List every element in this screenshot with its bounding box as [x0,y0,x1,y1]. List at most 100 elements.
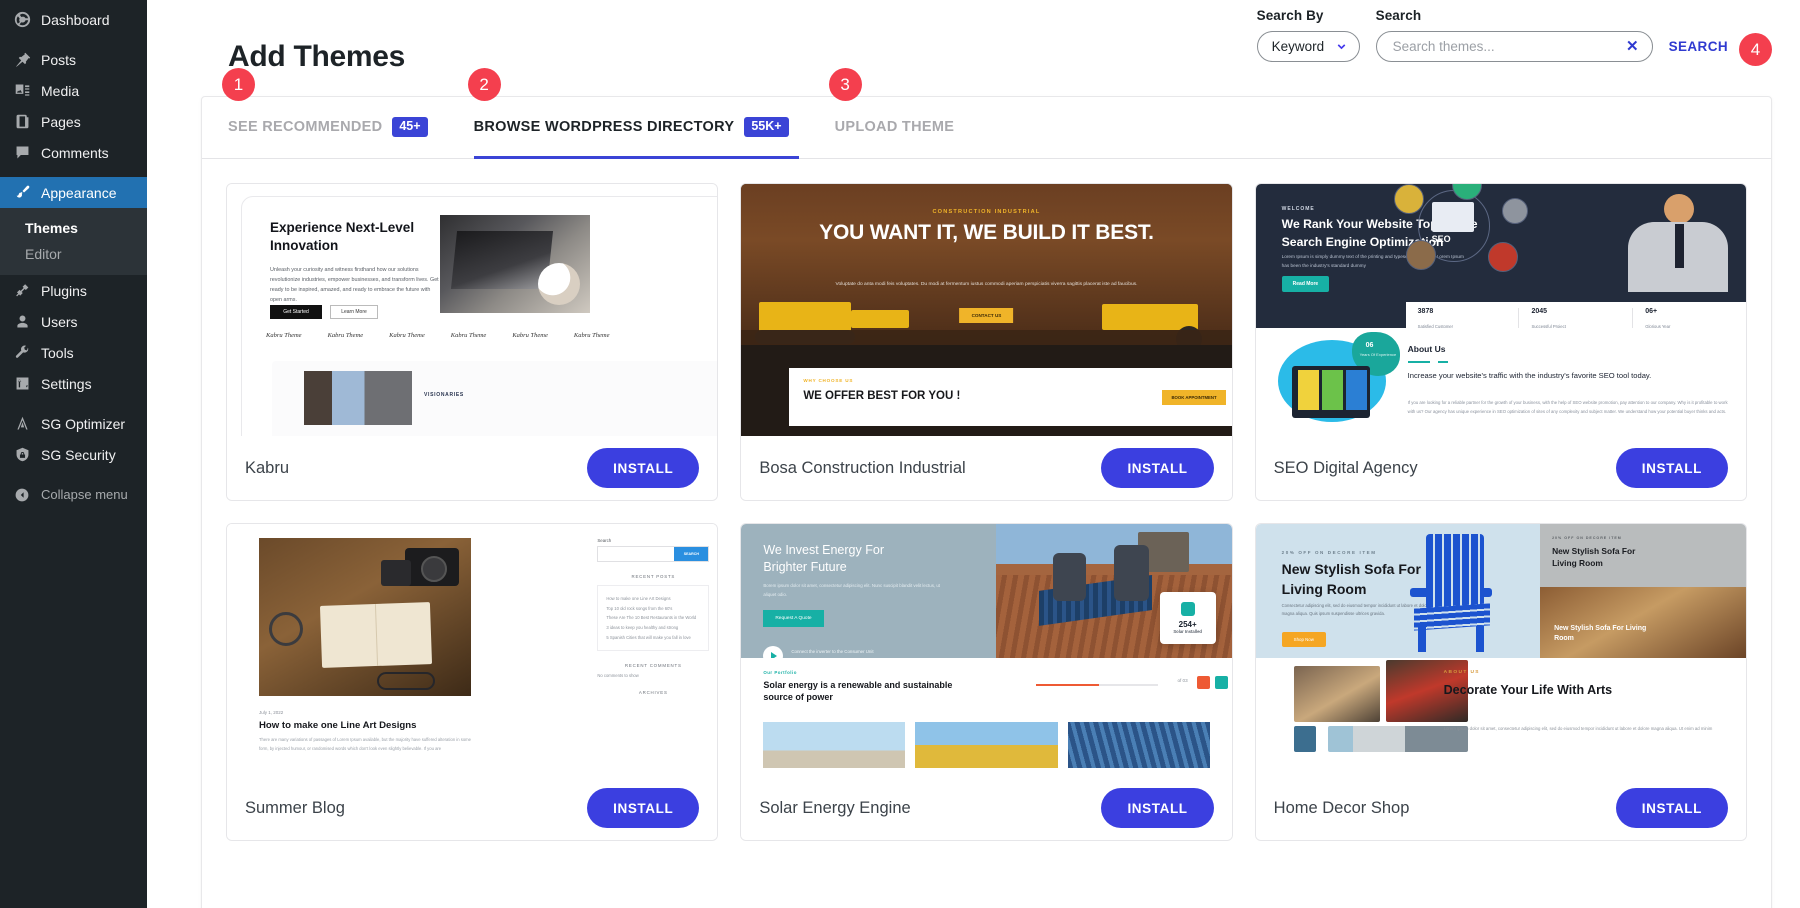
search-label: Search [1375,8,1422,23]
sidebar-item-label: Users [41,313,78,330]
preview-eyebrow: 20% OFF ON DECORE ITEM [1281,550,1377,555]
theme-name: Summer Blog [245,798,345,817]
preview-post-title: How to make one Line Art Designs [259,720,417,731]
sidebar-item-label: Settings [41,375,92,392]
sidebar-item-label: Comments [41,144,109,161]
sidebar-item-pages[interactable]: Pages [0,106,147,137]
install-button[interactable]: INSTALL [587,788,700,828]
search-field-wrapper: ✕ [1375,31,1653,62]
collapse-menu-label: Collapse menu [41,487,128,502]
preview-offer-heading: WE OFFER BEST FOR YOU ! [803,389,961,402]
theme-card-footer: Home Decor Shop INSTALL [1255,776,1746,840]
theme-card[interactable]: July 1, 2022 How to make one Line Art De… [226,523,719,841]
preview-about-heading: Increase your website's traffic with the… [1407,370,1652,380]
search-by-select[interactable]: Keyword [1256,31,1360,62]
search-input[interactable] [1392,39,1608,54]
preview-logo-strip: Kabru Theme Kabru Theme Kabru Theme Kabr… [266,332,609,339]
sidebar-item-plugins[interactable]: Plugins [0,275,147,306]
sidebar-item-label: Posts [41,51,77,68]
install-button[interactable]: INSTALL [1615,448,1728,488]
sidebar-item-dashboard[interactable]: Dashboard [0,4,147,35]
theme-card[interactable]: 20% OFF ON DECORE ITEM New Stylish Sofa … [1254,523,1747,841]
sidebar-item-comments[interactable]: Comments [0,137,147,168]
theme-card[interactable]: Experience Next-Level Innovation Unleash… [226,183,719,501]
list-item: 5 Spanish Cities that will make you fall… [606,634,691,640]
list-item: How to make one Line Art Designs [606,596,671,601]
tab-browse-wordpress-directory[interactable]: 2 BROWSE WORDPRESS DIRECTORY 55K+ [467,68,817,159]
preview-eyebrow: CONSTRUCTION INDUSTRIAL [932,209,1041,215]
preview-float-card: 254+ Solar Installed [1159,591,1216,644]
theme-card[interactable]: CONSTRUCTION INDUSTRIAL YOU WANT IT, WE … [740,183,1233,501]
themes-grid: Experience Next-Level Innovation Unleash… [202,159,1771,865]
preview-primary-button: Get Started [270,305,322,319]
page-title: Add Themes [228,40,406,73]
preview-video-caption: Connect the inverter to the Consumer Uni… [791,649,874,654]
preview-offer-band: WHY CHOOSE US WE OFFER BEST FOR YOU ! BO… [789,367,1232,426]
search-by-group: Search By Keyword [1256,8,1360,62]
preview-years-number: 06 [1365,341,1374,349]
preview-why-label: WHY CHOOSE US [803,377,854,383]
theme-name: Solar Energy Engine [759,798,911,817]
sidebar-item-users[interactable]: Users [0,306,147,337]
list-item: Top 10 old rock songs from the 60's [606,605,673,611]
preview-paragraph: Voluptate do anta modi feis voluptates. … [835,282,1138,287]
install-button[interactable]: INSTALL [1101,448,1214,488]
pages-icon [12,112,32,132]
logo-item: Kabru Theme [450,332,487,339]
theme-card[interactable]: We Invest Energy For Brighter Future Bor… [740,523,1233,841]
sidebar-divider [0,35,147,44]
sidebar-item-settings[interactable]: Settings [0,368,147,399]
media-icon [12,81,32,101]
theme-preview-image: CONSTRUCTION INDUSTRIAL YOU WANT IT, WE … [741,184,1232,436]
preview-post-excerpt: There are many variations of passages of… [259,737,471,751]
search-by-value: Keyword [1271,39,1325,54]
preview-recent-posts-list: How to make one Line Art Designs Top 10 … [597,585,710,652]
preview-hero-photo [440,215,590,313]
preview-about-body: Lorem ipsum dolor sit amet, consectetur … [1443,725,1713,731]
sidebar-item-label: Appearance [41,184,117,201]
submenu-item-themes[interactable]: Themes [0,215,147,241]
theme-name: Kabru [245,458,290,477]
tab-label: SEE RECOMMENDED [228,119,383,135]
install-button[interactable]: INSTALL [587,448,700,488]
logo-item: Kabru Theme [266,332,302,339]
tab-see-recommended[interactable]: 1 SEE RECOMMENDED 45+ [222,68,456,158]
theme-card-footer: Kabru INSTALL [227,436,718,500]
preview-counter: of 03 [1177,677,1188,683]
search-group: Search ✕ [1375,8,1653,62]
search-button[interactable]: SEARCH [1669,39,1728,54]
list-item: 3 ideas to keep you healthy and strong [606,624,679,630]
theme-source-tabs: 1 SEE RECOMMENDED 45+ 2 BROWSE WORDPRESS… [202,68,1771,159]
sidebar-item-label: Dashboard [41,11,110,28]
theme-card[interactable]: WELCOME We Rank Your Website Top of The … [1254,183,1747,501]
sidebar-item-posts[interactable]: Posts [0,44,147,75]
sidebar-item-media[interactable]: Media [0,75,147,106]
sidebar-item-tools[interactable]: Tools [0,337,147,368]
sidebar-item-sg-optimizer[interactable]: SG Optimizer [0,408,147,439]
preview-hero-photo [259,538,471,696]
install-button[interactable]: INSTALL [1615,788,1728,828]
sidebar-item-label: Plugins [41,282,87,299]
preview-about-heading: Decorate Your Life With Arts [1443,682,1613,697]
step-badge-4: 4 [1739,33,1772,66]
preview-card-tag: 20% OFF ON DECORE ITEM [1552,536,1622,540]
tab-count-badge: 55K+ [744,117,789,137]
tab-label: UPLOAD THEME [834,119,955,135]
sidebar-item-appearance[interactable]: Appearance [0,177,147,208]
wrench-icon [12,343,32,363]
plug-icon [12,281,32,301]
stat-value: 3878 [1417,307,1434,315]
close-icon[interactable]: ✕ [1626,39,1639,54]
submenu-item-editor[interactable]: Editor [0,241,147,267]
theme-card-footer: Summer Blog INSTALL [227,776,718,840]
sidebar-item-sg-security[interactable]: SG Security [0,439,147,470]
preview-about-label: About Us [1407,343,1446,354]
collapse-menu-button[interactable]: Collapse menu [0,479,147,510]
tab-upload-theme[interactable]: 3 UPLOAD THEME [828,68,983,158]
install-button[interactable]: INSTALL [1101,788,1214,828]
theme-preview-image: WELCOME We Rank Your Website Top of The … [1255,184,1746,436]
preview-portfolio-heading: Solar energy is a renewable and sustaina… [763,679,953,703]
theme-preview-image: July 1, 2022 How to make one Line Art De… [227,524,718,776]
stat-value: 2045 [1531,307,1548,315]
preview-paragraph: Borem ipsum dolor sit amet, consectetur … [763,583,941,597]
